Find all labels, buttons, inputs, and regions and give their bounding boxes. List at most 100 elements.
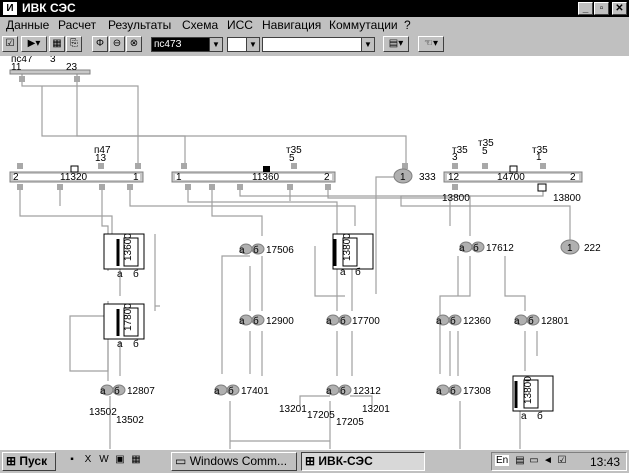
link-icon[interactable]: ⊖: [109, 36, 125, 52]
copy-icon[interactable]: ⎘: [66, 36, 82, 52]
breaker-icon[interactable]: ⊗: [126, 36, 142, 52]
svg-text:17800: 17800: [123, 303, 134, 331]
svg-text:1: 1: [536, 152, 542, 163]
field2-select[interactable]: ▼: [227, 37, 260, 52]
svg-text:17308: 17308: [463, 386, 491, 397]
svg-text:а: а: [459, 243, 465, 254]
bus-top[interactable]: [9, 69, 91, 75]
schema-diagram: пс47 3 11 23 п47 13 2 11320 1 т35 5 1 11…: [9, 56, 601, 449]
table-icon[interactable]: ▦: [49, 36, 65, 52]
check-icon[interactable]: ☑: [556, 455, 568, 467]
svg-text:б: б: [473, 242, 479, 254]
sound-icon[interactable]: ◄: [542, 455, 554, 467]
svg-text:а: а: [326, 386, 332, 397]
word-icon[interactable]: W: [98, 454, 110, 466]
network-icon[interactable]: ▤: [514, 455, 526, 467]
svg-text:13800: 13800: [342, 233, 353, 261]
svg-text:13600: 13600: [123, 233, 134, 261]
svg-text:13: 13: [95, 153, 107, 164]
station-select[interactable]: пс47З ▼: [151, 37, 223, 52]
svg-text:б: б: [133, 338, 139, 350]
svg-text:13502: 13502: [116, 415, 144, 426]
menu-switching[interactable]: Коммутации: [329, 18, 398, 32]
svg-text:13800: 13800: [523, 376, 534, 404]
toolbar: ☑ ▶▾ ▦ ⎘ Φ ⊖ ⊗ пс47З ▼ ▼ ▼ ▤▾ ☜▾: [0, 34, 629, 57]
start-button[interactable]: ⊞ Пуск: [2, 452, 56, 471]
menu-bar: Данные Расчет Результаты Схема ИСС Навиг…: [0, 17, 629, 34]
menu-help[interactable]: ?: [404, 18, 411, 32]
svg-text:б: б: [253, 315, 259, 327]
svg-text:2: 2: [13, 172, 19, 183]
svg-text:а: а: [117, 339, 123, 350]
svg-text:а: а: [326, 316, 332, 327]
task-ivk-ses[interactable]: ⊞ ИВК-СЭС: [301, 452, 425, 471]
field3-select[interactable]: ▼: [262, 37, 375, 52]
svg-text:17612: 17612: [486, 243, 514, 254]
svg-text:5: 5: [289, 153, 295, 164]
select-tool-icon[interactable]: ☑: [2, 36, 18, 52]
menu-calc[interactable]: Расчет: [58, 18, 96, 32]
svg-text:12: 12: [448, 172, 460, 183]
chevron-down-icon: ▼: [361, 38, 374, 51]
svg-text:13800: 13800: [442, 193, 470, 204]
excel-icon[interactable]: X: [82, 454, 94, 466]
svg-text:222: 222: [584, 243, 601, 254]
maximize-button[interactable]: ▫: [594, 2, 609, 15]
svg-text:б: б: [528, 315, 534, 327]
svg-text:14700: 14700: [497, 172, 525, 183]
svg-text:17506: 17506: [266, 245, 294, 256]
svg-text:б: б: [133, 268, 139, 280]
task-windows-commander[interactable]: ▭ Windows Comm...: [171, 452, 297, 471]
play-dropdown-icon[interactable]: ▶▾: [21, 36, 47, 52]
svg-text:б: б: [450, 315, 456, 327]
node-icon[interactable]: Φ: [92, 36, 108, 52]
window-title: ИВК СЭС: [22, 1, 76, 15]
svg-text:3: 3: [50, 56, 56, 65]
svg-text:б: б: [340, 315, 346, 327]
svg-text:12312: 12312: [353, 386, 381, 397]
svg-text:2: 2: [324, 172, 330, 183]
svg-text:12900: 12900: [266, 316, 294, 327]
svg-text:а: а: [214, 386, 220, 397]
hand-dropdown-icon[interactable]: ☜▾: [418, 36, 444, 52]
svg-text:а: а: [340, 267, 346, 278]
save-icon[interactable]: ▪: [66, 454, 78, 466]
menu-iss[interactable]: ИСС: [227, 18, 253, 32]
app-quick-icon[interactable]: ▦: [130, 454, 142, 466]
app-icon[interactable]: И: [3, 2, 17, 15]
lang-indicator[interactable]: En: [495, 455, 510, 466]
grid-dropdown-icon[interactable]: ▤▾: [383, 36, 409, 52]
svg-text:5: 5: [482, 146, 488, 157]
svg-text:2: 2: [570, 172, 576, 183]
menu-scheme[interactable]: Схема: [182, 18, 218, 32]
schema-canvas[interactable]: пс47 3 11 23 п47 13 2 11320 1 т35 5 1 11…: [0, 56, 629, 449]
svg-text:11320: 11320: [60, 172, 88, 183]
menu-navigation[interactable]: Навигация: [262, 18, 321, 32]
monitor-icon[interactable]: ▭: [528, 455, 540, 467]
menu-results[interactable]: Результаты: [108, 18, 171, 32]
title-bar: И ИВК СЭС _ ▫ ✕: [0, 0, 629, 17]
svg-text:б: б: [340, 385, 346, 397]
svg-text:б: б: [114, 385, 120, 397]
svg-text:13201: 13201: [279, 404, 307, 415]
chevron-down-icon: ▼: [246, 38, 259, 51]
menu-data[interactable]: Данные: [6, 18, 49, 32]
desktop-icon[interactable]: ▣: [114, 454, 126, 466]
svg-text:а: а: [239, 316, 245, 327]
svg-text:3: 3: [452, 152, 458, 163]
clock: 13:43: [589, 455, 620, 469]
minimize-button[interactable]: _: [578, 2, 593, 15]
close-button[interactable]: ✕: [612, 2, 627, 15]
svg-text:11360: 11360: [252, 172, 280, 183]
svg-text:1: 1: [567, 243, 573, 254]
folder-icon: ▭: [175, 454, 187, 468]
transformer-13800a[interactable]: [332, 233, 374, 270]
svg-text:б: б: [355, 266, 361, 278]
svg-text:а: а: [239, 245, 245, 256]
svg-text:12360: 12360: [463, 316, 491, 327]
svg-text:17205: 17205: [307, 410, 335, 421]
svg-text:1: 1: [176, 172, 182, 183]
svg-text:б: б: [537, 410, 543, 422]
svg-text:а: а: [436, 316, 442, 327]
svg-text:13800: 13800: [553, 193, 581, 204]
